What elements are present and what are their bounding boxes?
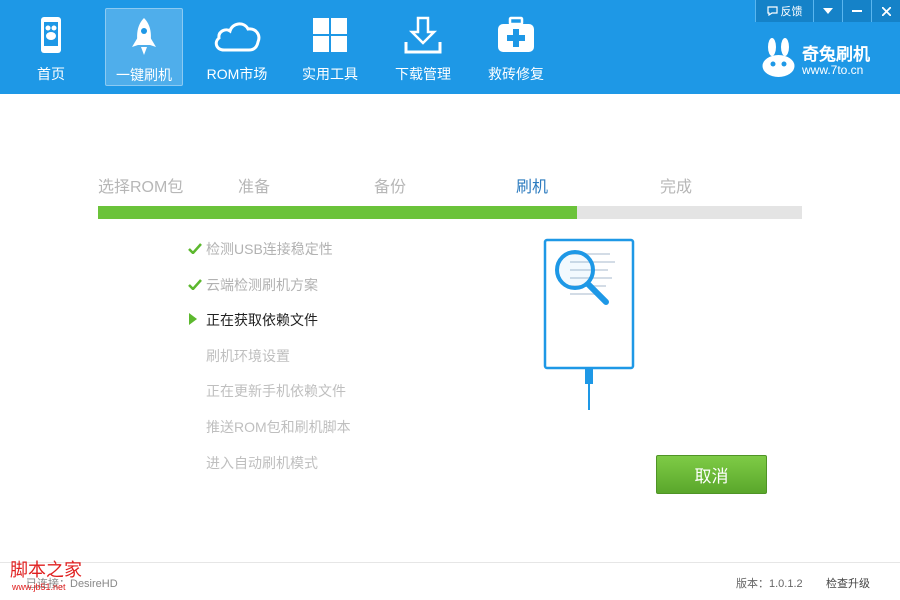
first-aid-icon — [498, 16, 534, 52]
phone-scan-illustration — [543, 238, 635, 410]
brand-url: www.7to.cn — [802, 63, 864, 77]
task-check-usb-label: 检测USB连接稳定性 — [206, 241, 333, 257]
nav-download-manager-label: 下载管理 — [395, 66, 451, 82]
top-navigation-bar: 首页 一键刷机 ROM市场 实用工具 下载管理 救砖修复 反馈 奇兔刷机 www… — [0, 0, 900, 94]
task-update-phone-deps-label: 正在更新手机依赖文件 — [206, 383, 346, 399]
task-update-phone-deps: 正在更新手机依赖文件 — [188, 381, 346, 401]
close-button[interactable] — [871, 0, 900, 22]
nav-rom-market-label: ROM市场 — [206, 66, 268, 82]
step-backup: 备份 — [374, 179, 407, 196]
nav-one-click-flash-label: 一键刷机 — [116, 67, 172, 83]
task-push-rom-label: 推送ROM包和刷机脚本 — [206, 419, 351, 435]
nav-home[interactable]: 首页 — [12, 8, 90, 86]
play-arrow-icon — [189, 313, 197, 325]
task-env-setup: 刷机环境设置 — [188, 346, 290, 366]
minimize-button[interactable] — [842, 0, 871, 22]
nav-rom-market[interactable]: ROM市场 — [198, 8, 276, 86]
step-select-rom: 选择ROM包 — [98, 179, 184, 196]
phone-home-icon — [41, 17, 61, 53]
step-complete: 完成 — [660, 179, 693, 196]
close-icon — [881, 6, 891, 16]
cloud-icon — [214, 22, 261, 52]
nav-one-click-flash[interactable]: 一键刷机 — [105, 8, 183, 86]
minimize-icon — [852, 10, 862, 12]
task-auto-flash-mode: 进入自动刷机模式 — [188, 453, 318, 473]
task-fetch-dependencies-label: 正在获取依赖文件 — [206, 312, 318, 328]
brand-name: 奇兔刷机 — [802, 45, 870, 64]
progress-fill — [98, 206, 577, 219]
task-push-rom: 推送ROM包和刷机脚本 — [188, 417, 351, 437]
nav-brick-repair[interactable]: 救砖修复 — [477, 8, 555, 86]
brand-logo: 奇兔刷机 www.7to.cn — [760, 38, 884, 82]
task-cloud-detect: 云端检测刷机方案 — [188, 275, 318, 295]
check-update-link[interactable]: 检查升级 — [826, 575, 870, 591]
task-env-setup-label: 刷机环境设置 — [206, 348, 290, 364]
menu-button[interactable] — [813, 0, 842, 22]
nav-home-label: 首页 — [37, 66, 65, 82]
nav-tools[interactable]: 实用工具 — [291, 8, 369, 86]
task-check-usb: 检测USB连接稳定性 — [188, 239, 333, 259]
status-footer: 已连接：DesireHD 版本：1.0.1.2 检查升级 — [0, 562, 900, 600]
watermark: 脚本之家 — [10, 560, 82, 581]
nav-brick-repair-label: 救砖修复 — [488, 66, 544, 82]
task-auto-flash-mode-label: 进入自动刷机模式 — [206, 455, 318, 471]
nav-tools-label: 实用工具 — [302, 66, 358, 82]
task-cloud-detect-label: 云端检测刷机方案 — [206, 277, 318, 293]
step-flash: 刷机 — [516, 179, 549, 196]
feedback-button[interactable]: 反馈 — [755, 0, 813, 22]
feedback-label: 反馈 — [780, 6, 803, 18]
rabbit-logo-icon — [762, 38, 795, 77]
rocket-icon — [132, 18, 156, 55]
version-label: 版本：1.0.1.2 — [736, 578, 803, 590]
nav-download-manager[interactable]: 下载管理 — [384, 8, 462, 86]
chevron-down-icon — [823, 8, 833, 14]
flash-progress-bar — [98, 206, 802, 219]
task-fetch-dependencies: 正在获取依赖文件 — [188, 310, 318, 330]
checkmark-icon — [188, 243, 202, 255]
chat-icon — [766, 6, 778, 16]
watermark-url: www.jb51.net — [12, 582, 66, 592]
grid-icon — [313, 18, 347, 52]
download-icon — [404, 16, 442, 54]
window-controls: 反馈 — [755, 0, 900, 22]
checkmark-icon — [188, 279, 202, 291]
step-prepare: 准备 — [238, 179, 271, 196]
cancel-button[interactable]: 取消 — [656, 455, 767, 494]
